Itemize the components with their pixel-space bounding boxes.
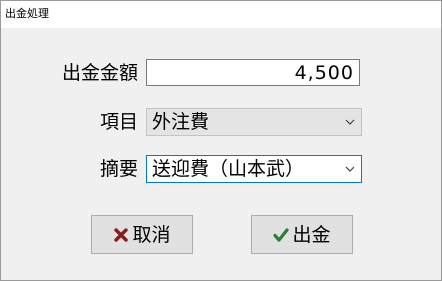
- summary-select[interactable]: 送迎費（山本武）: [146, 155, 362, 183]
- cancel-button-label: 取消: [132, 223, 171, 246]
- cancel-button[interactable]: 取消: [91, 215, 193, 254]
- amount-value: 4,500: [294, 62, 354, 84]
- x-mark-icon: [114, 227, 129, 242]
- item-select-value: 外注費: [152, 111, 210, 133]
- item-select[interactable]: 外注費: [146, 108, 362, 136]
- amount-input[interactable]: 4,500: [146, 59, 360, 86]
- item-label: 項目: [99, 111, 138, 133]
- amount-label: 出金金額: [61, 62, 138, 84]
- withdraw-button[interactable]: 出金: [251, 215, 353, 254]
- title-bar[interactable]: 出金処理: [1, 1, 441, 28]
- chevron-down-icon: [345, 166, 355, 172]
- withdraw-button-label: 出金: [292, 223, 331, 246]
- summary-select-value: 送迎費（山本武）: [152, 158, 305, 180]
- withdrawal-dialog: 出金処理 出金金額 4,500 項目 外注費 摘要 送迎費（山本武） 取消 出金: [0, 0, 442, 281]
- summary-label: 摘要: [99, 158, 138, 180]
- checkmark-icon: [273, 227, 290, 242]
- window-title: 出金処理: [5, 7, 49, 20]
- chevron-down-icon: [345, 119, 355, 125]
